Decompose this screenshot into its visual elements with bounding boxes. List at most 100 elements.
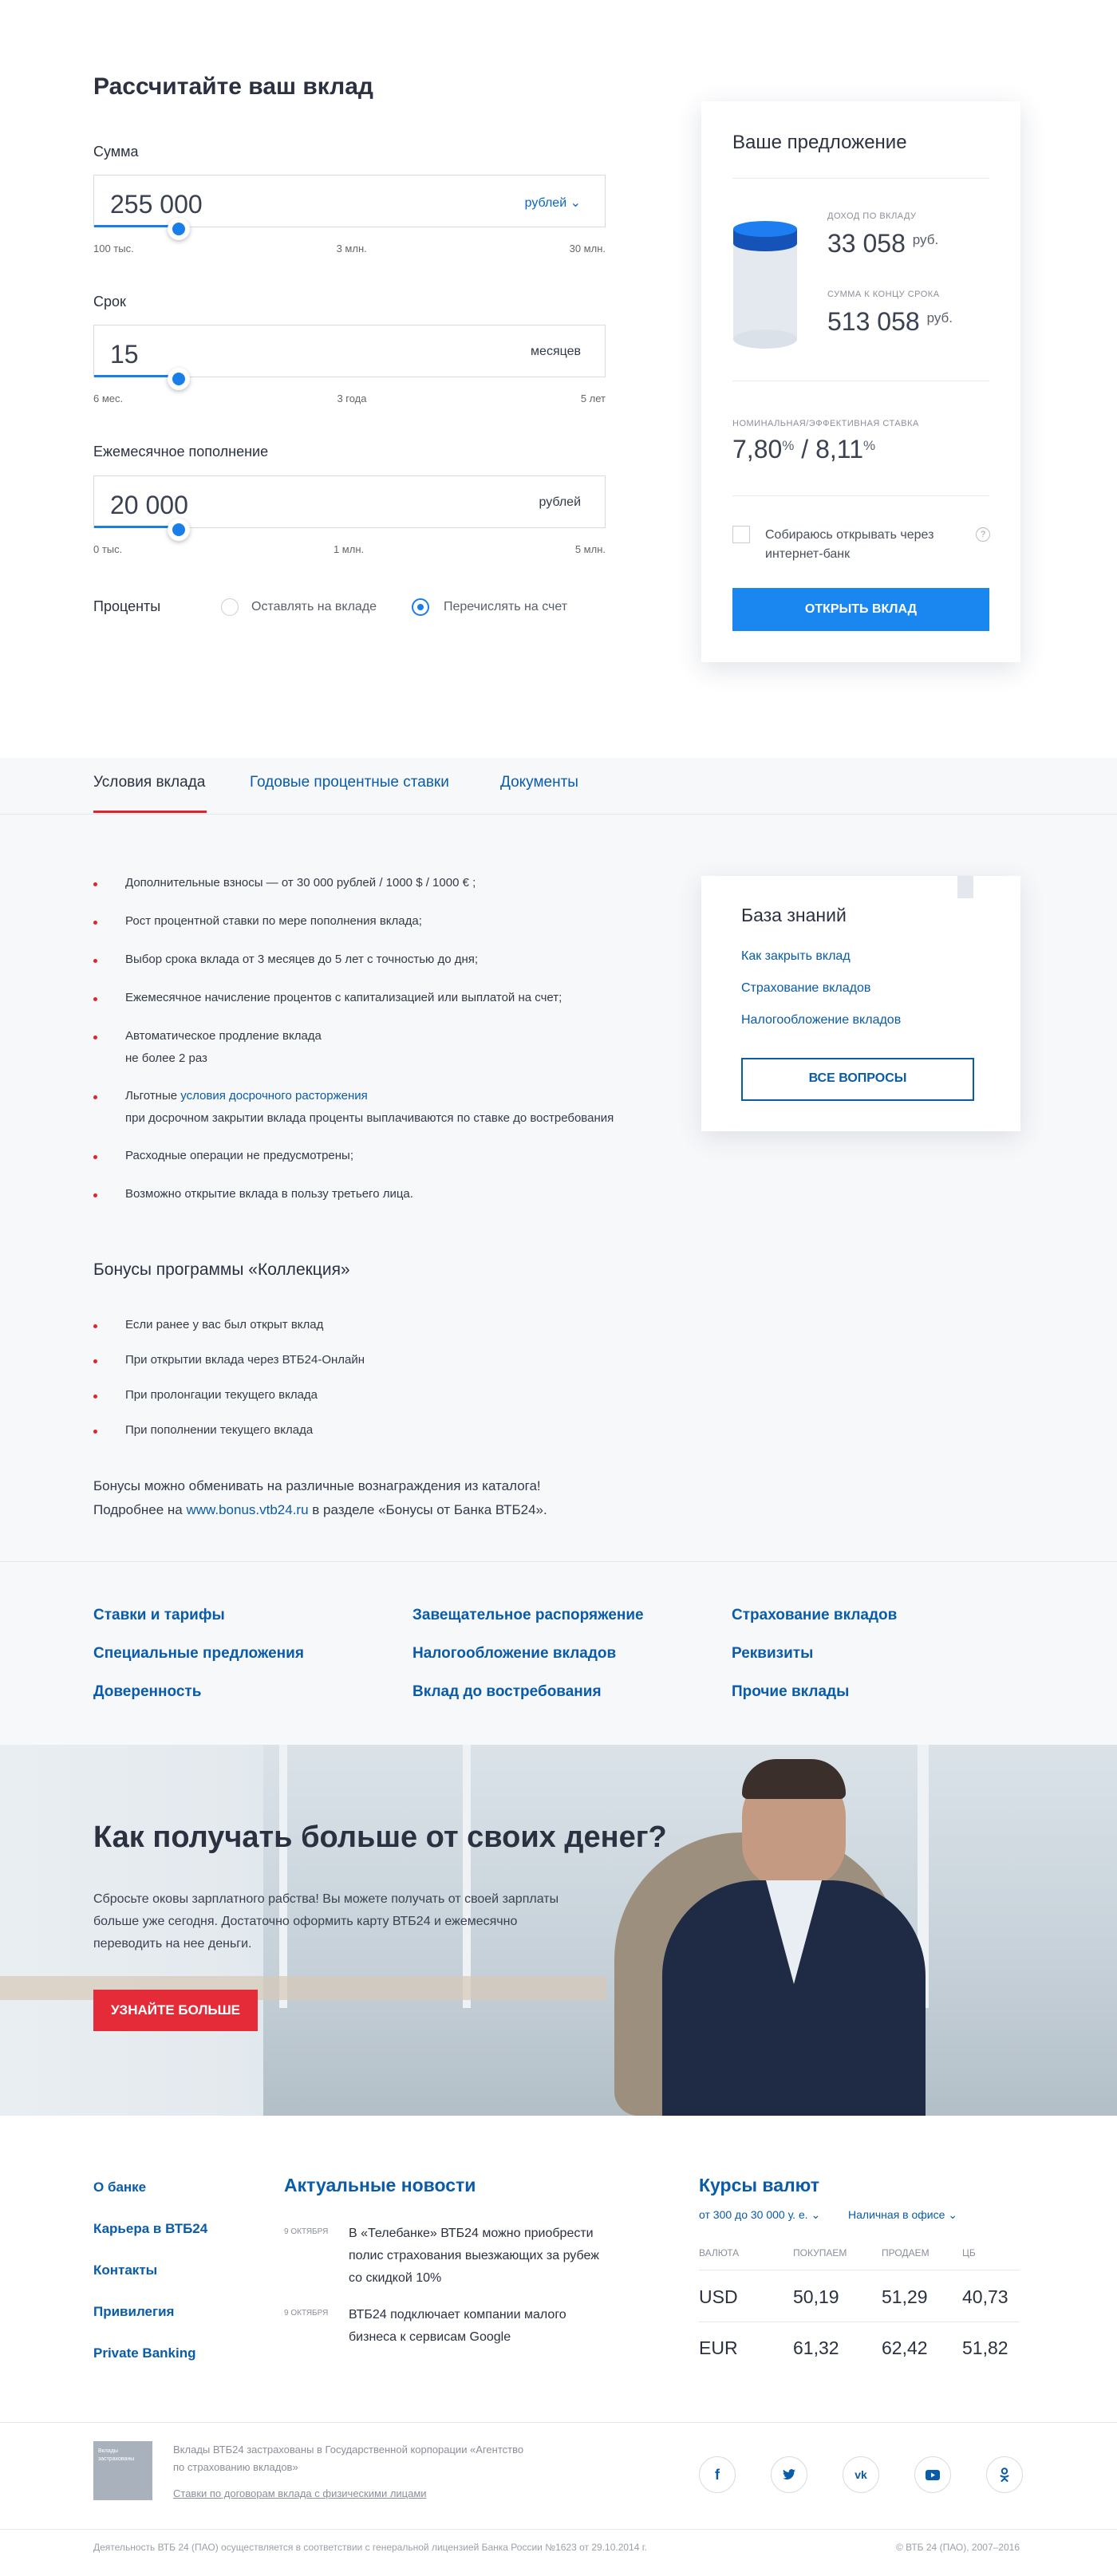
list-item-note: при досрочном закрытии вклада проценты в…: [125, 1111, 614, 1125]
kb-link-taxation[interactable]: Налогообложение вкладов: [741, 1013, 901, 1028]
kb-link-close-deposit[interactable]: Как закрыть вклад: [741, 949, 851, 964]
rates-amount-filter[interactable]: от 300 до 30 000 у. е. ⌄: [699, 2208, 820, 2222]
divider: [732, 178, 989, 179]
amount-ticks: 100 тыс. 3 млн. 30 млн.: [93, 243, 606, 254]
divider: [0, 2529, 1117, 2530]
footer-nav-privilege[interactable]: Привилегия: [93, 2304, 174, 2320]
facebook-icon[interactable]: f: [699, 2456, 736, 2493]
vk-icon[interactable]: vk: [843, 2456, 879, 2493]
link-rates-tariffs[interactable]: Ставки и тарифы: [93, 1607, 225, 1624]
list-item: Ежемесячное начисление процентов с капит…: [125, 991, 562, 1004]
rate-cell: USD: [699, 2286, 738, 2307]
income-label: ДОХОД ПО ВКЛАДУ: [827, 211, 917, 221]
active-tab-indicator: [93, 811, 207, 813]
bullet: [93, 997, 97, 1001]
income-amount: 33 058 руб.: [827, 229, 939, 258]
offer-title: Ваше предложение: [732, 132, 907, 153]
topup-slider-fill: [94, 526, 180, 528]
tab-conditions[interactable]: Условия вклада: [93, 774, 205, 791]
link-requisites[interactable]: Реквизиты: [732, 1645, 813, 1663]
bullet: [93, 1324, 97, 1328]
news-title[interactable]: Актуальные новости: [284, 2175, 476, 2196]
link-insurance[interactable]: Страхование вкладов: [732, 1607, 897, 1624]
topup-slider-handle[interactable]: [168, 519, 190, 541]
chevron-down-icon: ⌄: [948, 2208, 958, 2221]
bonuses-note: Бонусы можно обменивать на различные воз…: [93, 1478, 547, 1517]
topup-unit: рублей: [539, 495, 581, 509]
news-item[interactable]: В «Телебанке» ВТБ24 можно приобрести поли…: [349, 2223, 599, 2290]
bullet: [93, 1193, 97, 1197]
amount-value: 255 000: [110, 190, 203, 219]
rates-header: ЦБ: [962, 2247, 976, 2258]
bullet: [93, 1155, 97, 1159]
tab-documents[interactable]: Документы: [500, 774, 578, 791]
footer-nav-private-banking[interactable]: Private Banking: [93, 2345, 196, 2361]
help-icon[interactable]: ?: [976, 527, 990, 542]
window-frame: [279, 1745, 287, 2008]
banner-title: Как получать больше от своих денег?: [93, 1821, 667, 1854]
list-item: Выбор срока вклада от 3 месяцев до 5 лет…: [125, 953, 479, 966]
open-deposit-button[interactable]: ОТКРЫТЬ ВКЛАД: [732, 588, 989, 631]
list-item: Автоматическое продление вклада: [125, 1029, 322, 1043]
amount-label: Сумма: [93, 144, 139, 160]
link-other-deposits[interactable]: Прочие вклады: [732, 1683, 849, 1701]
offer-card: Ваше предложение ДОХОД ПО ВКЛАДУ 33 058 …: [701, 101, 1020, 662]
divider: [0, 1561, 1117, 1562]
bullet: [93, 1395, 97, 1398]
link-taxation[interactable]: Налогообложение вкладов: [412, 1645, 616, 1663]
odnoklassniki-icon[interactable]: [986, 2456, 1023, 2493]
deposit-rates-link[interactable]: Ставки по договорам вклада с физическими…: [173, 2487, 427, 2499]
news-item[interactable]: ВТБ24 подключает компании малого бизнеса …: [349, 2304, 566, 2349]
table: [0, 1976, 606, 2000]
insurance-text: Вклады ВТБ24 застрахованы в Государствен…: [173, 2444, 524, 2473]
term-unit: месяцев: [531, 345, 581, 358]
total-label: СУММА К КОНЦУ СРОКА: [827, 290, 940, 299]
kb-link-deposit-insurance[interactable]: Страхование вкладов: [741, 981, 870, 996]
news-date: 9 ОКТЯБРЯ: [284, 2309, 329, 2318]
bonus-site-link[interactable]: www.bonus.vtb24.ru: [186, 1502, 308, 1517]
list-item: Возможно открытие вклада в пользу третье…: [125, 1187, 413, 1201]
link-power-of-attorney[interactable]: Доверенность: [93, 1683, 201, 1701]
learn-more-button[interactable]: УЗНАЙТЕ БОЛЬШЕ: [93, 1990, 258, 2031]
link-demand-deposit[interactable]: Вклад до востребования: [412, 1683, 602, 1701]
amount-slider-handle[interactable]: [168, 218, 190, 240]
early-termination-link[interactable]: условия досрочного расторжения: [180, 1089, 368, 1103]
radio-keep-label[interactable]: Оставлять на вкладе: [251, 600, 377, 614]
rate-cell: 61,32: [793, 2337, 839, 2358]
internet-bank-checkbox[interactable]: [732, 526, 750, 543]
total-amount: 513 058 руб.: [827, 307, 953, 336]
topup-field[interactable]: 20 000 рублей: [93, 475, 606, 528]
term-slider-fill: [94, 375, 180, 377]
radio-keep[interactable]: [221, 598, 239, 616]
calculator-title: Рассчитайте ваш вклад: [93, 73, 373, 100]
list-item: Льготные условия досрочного расторжения: [125, 1089, 368, 1103]
list-item: При пролонгации текущего вклада: [125, 1388, 318, 1402]
footer-nav-contacts[interactable]: Контакты: [93, 2262, 157, 2278]
internet-bank-label[interactable]: Собираюсь открывать через интернет-банк: [765, 526, 933, 564]
bullet: [93, 1430, 97, 1434]
bullet: [93, 882, 97, 886]
footer-nav-about[interactable]: О банке: [93, 2180, 146, 2195]
radio-transfer-label[interactable]: Перечислять на счет: [444, 600, 567, 614]
currency-select[interactable]: рублей ⌄: [525, 195, 581, 211]
window-frame: [463, 1745, 471, 2008]
footer-nav-career[interactable]: Карьера в ВТБ24: [93, 2221, 207, 2237]
radio-transfer[interactable]: [412, 598, 429, 616]
chevron-down-icon: ⌄: [570, 196, 581, 210]
tab-rates[interactable]: Годовые процентные ставки: [250, 774, 449, 791]
term-slider-handle[interactable]: [168, 368, 190, 390]
term-ticks: 6 мес. 3 года 5 лет: [93, 393, 606, 404]
rates-type-filter[interactable]: Наличная в офисе ⌄: [848, 2208, 957, 2222]
rate-cell: EUR: [699, 2337, 738, 2358]
list-item-note: не более 2 раз: [125, 1051, 207, 1065]
youtube-icon[interactable]: [914, 2456, 951, 2493]
list-item: При открытии вклада через ВТБ24-Онлайн: [125, 1353, 365, 1367]
twitter-icon[interactable]: [771, 2456, 807, 2493]
amount-field[interactable]: 255 000 рублей ⌄: [93, 175, 606, 227]
link-testamentary[interactable]: Завещательное распоряжение: [412, 1607, 644, 1624]
all-questions-button[interactable]: ВСЕ ВОПРОСЫ: [741, 1058, 974, 1101]
topup-ticks: 0 тыс. 1 млн. 5 млн.: [93, 543, 606, 555]
topup-value: 20 000: [110, 491, 188, 519]
term-field[interactable]: 15 месяцев: [93, 325, 606, 377]
link-special-offers[interactable]: Специальные предложения: [93, 1645, 304, 1663]
